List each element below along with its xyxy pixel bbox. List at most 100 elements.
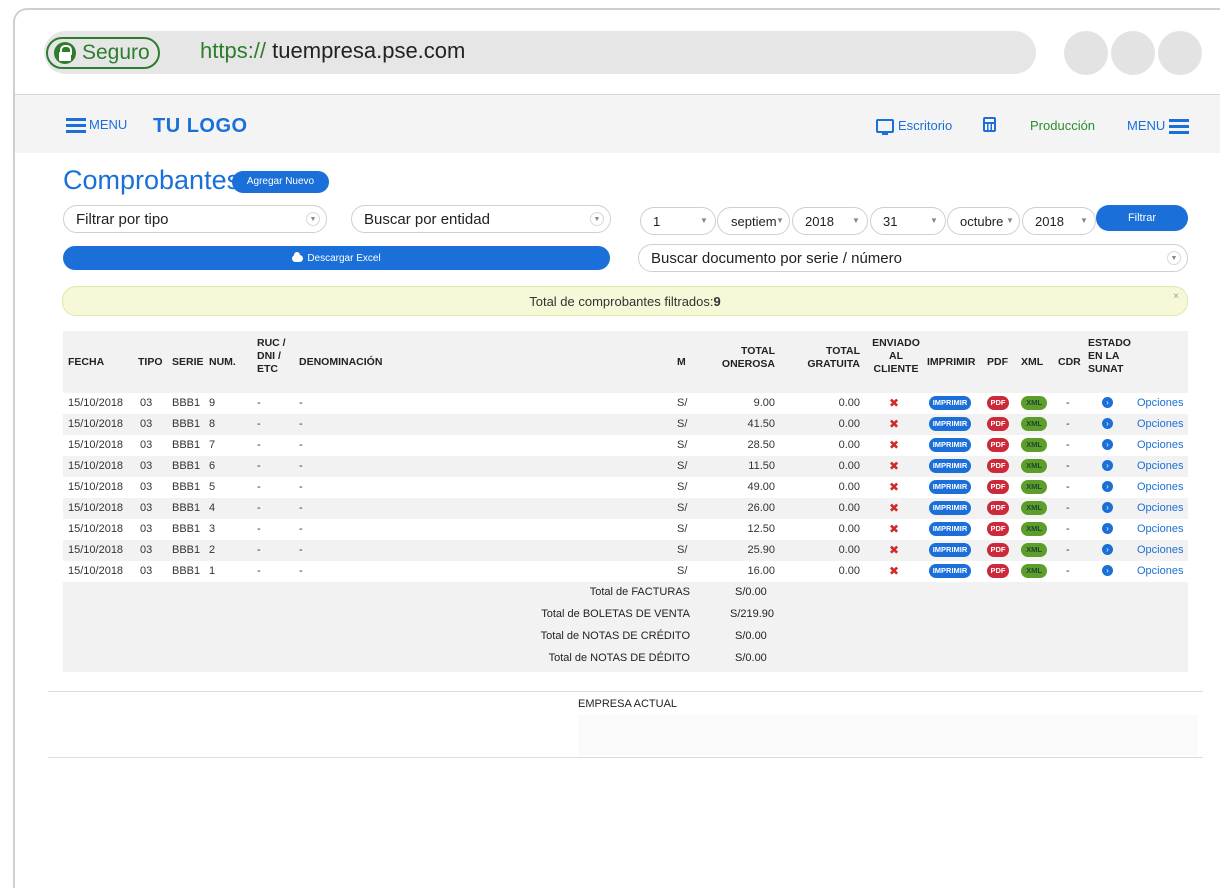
document-search-select[interactable]: Buscar documento por serie / número ▼: [638, 244, 1188, 272]
chevron-right-circle-icon[interactable]: ›: [1102, 460, 1113, 471]
filter-button[interactable]: Filtrar: [1096, 205, 1188, 231]
menu-right-button[interactable]: MENU: [1127, 118, 1190, 134]
add-new-button[interactable]: Agregar Nuevo: [232, 171, 329, 193]
options-link[interactable]: Opciones: [1137, 523, 1183, 535]
header-denominacion[interactable]: DENOMINACIÓN: [299, 356, 382, 369]
header-xml[interactable]: XML: [1021, 356, 1043, 369]
pdf-button[interactable]: PDF: [987, 564, 1009, 578]
table-row: 15/10/2018 03 BBB1 7 - - S/28.50 0.00 ✖ IMPRIMIR P…: [63, 435, 1188, 456]
window-control-dot[interactable]: [1111, 31, 1155, 75]
chevron-right-circle-icon[interactable]: ›: [1102, 502, 1113, 513]
xml-button[interactable]: XML: [1021, 459, 1047, 473]
print-button[interactable]: IMPRIMIR: [929, 543, 971, 557]
chevron-right-circle-icon[interactable]: ›: [1102, 544, 1113, 555]
to-month-select[interactable]: octubre ▼: [947, 207, 1020, 235]
to-year-select[interactable]: 2018 ▼: [1022, 207, 1096, 235]
xml-button[interactable]: XML: [1021, 396, 1047, 410]
escritorio-link[interactable]: Escritorio: [876, 118, 952, 135]
header-imprimir[interactable]: IMPRIMIR: [927, 356, 975, 369]
not-sent-icon: ✖: [889, 417, 900, 431]
xml-button[interactable]: XML: [1021, 564, 1047, 578]
header-total-onerosa[interactable]: TOTAL ONEROSA: [713, 345, 775, 371]
pdf-button[interactable]: PDF: [987, 480, 1009, 494]
download-excel-button[interactable]: Descargar Excel: [63, 246, 610, 270]
calculator-icon[interactable]: [983, 117, 996, 132]
hamburger-icon: [66, 117, 86, 133]
header-gratuita-line1: TOTAL: [825, 345, 860, 357]
header-num[interactable]: NUM.: [209, 356, 236, 369]
options-link[interactable]: Opciones: [1137, 502, 1183, 514]
header-tipo[interactable]: TIPO: [138, 356, 163, 369]
close-icon[interactable]: ×: [1173, 291, 1179, 302]
xml-button[interactable]: XML: [1021, 438, 1047, 452]
from-month-select[interactable]: septiem ▼: [717, 207, 790, 235]
header-cdr[interactable]: CDR: [1058, 356, 1081, 369]
address-bar[interactable]: [44, 31, 1036, 74]
logo[interactable]: TU LOGO: [153, 115, 248, 138]
from-day-select[interactable]: 1 ▼: [640, 207, 716, 235]
type-filter-select[interactable]: Filtrar por tipo ▼: [63, 205, 327, 233]
window-control-dot[interactable]: [1064, 31, 1108, 75]
menu-left-button[interactable]: MENU: [66, 117, 127, 133]
header-pdf[interactable]: PDF: [987, 356, 1008, 369]
cell-fecha: 15/10/2018: [68, 502, 124, 514]
secure-badge[interactable]: Seguro: [46, 37, 160, 69]
options-link[interactable]: Opciones: [1137, 481, 1183, 493]
cell-serie: BBB1: [172, 502, 201, 514]
print-button[interactable]: IMPRIMIR: [929, 438, 971, 452]
comprobantes-table: FECHA TIPO SERIE NUM. RUC / DNI / ETC DE…: [63, 331, 1188, 672]
pdf-button[interactable]: PDF: [987, 459, 1009, 473]
chevron-right-circle-icon[interactable]: ›: [1102, 397, 1113, 408]
chevron-right-circle-icon[interactable]: ›: [1102, 481, 1113, 492]
chevron-right-circle-icon[interactable]: ›: [1102, 418, 1113, 429]
print-button[interactable]: IMPRIMIR: [929, 564, 971, 578]
xml-button[interactable]: XML: [1021, 417, 1047, 431]
pdf-button[interactable]: PDF: [987, 501, 1009, 515]
options-link[interactable]: Opciones: [1137, 460, 1183, 472]
cell-tipo: 03: [140, 523, 153, 535]
pdf-button[interactable]: PDF: [987, 543, 1009, 557]
to-month-value: octubre: [960, 213, 1004, 229]
print-button[interactable]: IMPRIMIR: [929, 417, 971, 431]
produccion-status[interactable]: Producción: [1030, 118, 1095, 133]
pdf-button[interactable]: PDF: [987, 522, 1009, 536]
options-link[interactable]: Opciones: [1137, 397, 1183, 409]
print-button[interactable]: IMPRIMIR: [929, 480, 971, 494]
xml-button[interactable]: XML: [1021, 543, 1047, 557]
header-fecha[interactable]: FECHA: [68, 356, 104, 369]
header-total-gratuita[interactable]: TOTAL GRATUITA: [798, 345, 860, 371]
entity-search-select[interactable]: Buscar por entidad ▼: [351, 205, 611, 233]
chevron-right-circle-icon[interactable]: ›: [1102, 439, 1113, 450]
options-link[interactable]: Opciones: [1137, 418, 1183, 430]
header-ruc[interactable]: RUC / DNI / ETC: [257, 337, 286, 376]
print-button[interactable]: IMPRIMIR: [929, 396, 971, 410]
header-m[interactable]: M: [677, 356, 686, 369]
cell-denominacion: -: [299, 565, 303, 577]
options-link[interactable]: Opciones: [1137, 565, 1183, 577]
cell-total-gratuita: 0.00: [838, 460, 860, 472]
xml-button[interactable]: XML: [1021, 501, 1047, 515]
chevron-right-circle-icon[interactable]: ›: [1102, 565, 1113, 576]
pdf-button[interactable]: PDF: [987, 438, 1009, 452]
window-control-dot[interactable]: [1158, 31, 1202, 75]
xml-button[interactable]: XML: [1021, 522, 1047, 536]
options-link[interactable]: Opciones: [1137, 439, 1183, 451]
cell-moneda: S/: [677, 397, 688, 409]
xml-button[interactable]: XML: [1021, 480, 1047, 494]
print-button[interactable]: IMPRIMIR: [929, 501, 971, 515]
pdf-button[interactable]: PDF: [987, 417, 1009, 431]
cell-cdr: -: [1066, 439, 1070, 451]
url-text[interactable]: https:// tuempresa.pse.com: [200, 38, 465, 64]
header-enviado[interactable]: ENVIADO AL CLIENTE: [866, 337, 926, 376]
header-estado[interactable]: ESTADO EN LA SUNAT: [1088, 337, 1131, 376]
chevron-right-circle-icon[interactable]: ›: [1102, 523, 1113, 534]
header-serie[interactable]: SERIE: [172, 356, 204, 369]
from-year-select[interactable]: 2018 ▼: [792, 207, 868, 235]
to-day-select[interactable]: 31 ▼: [870, 207, 946, 235]
cell-moneda: S/: [677, 439, 688, 451]
print-button[interactable]: IMPRIMIR: [929, 459, 971, 473]
chevron-down-icon: ▼: [700, 216, 708, 225]
options-link[interactable]: Opciones: [1137, 544, 1183, 556]
pdf-button[interactable]: PDF: [987, 396, 1009, 410]
print-button[interactable]: IMPRIMIR: [929, 522, 971, 536]
